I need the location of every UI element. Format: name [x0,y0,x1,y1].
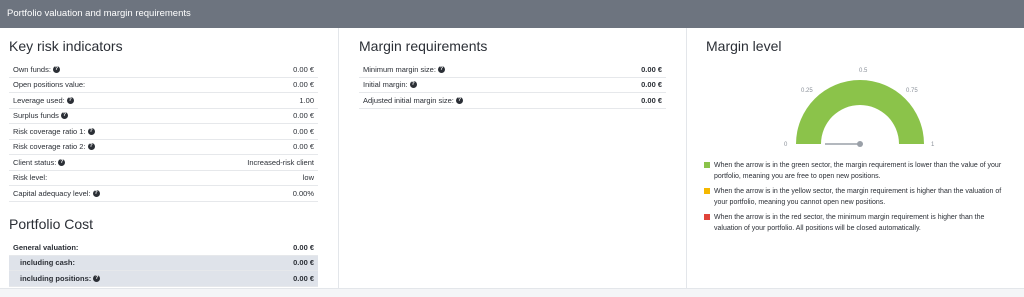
help-icon[interactable]: ? [52,65,60,73]
key-risk-row: Open positions value: 0.00 € [9,78,318,93]
row-value: 0.00 € [293,111,314,121]
margin-row: Adjusted initial margin size:? 0.00 € [359,93,666,109]
margin-requirements-table: Minimum margin size:? 0.00 € Initial marg… [359,62,666,109]
row-value: low [302,173,314,183]
key-risk-table: Own funds:? 0.00 € Open positions value: 0… [9,62,318,202]
help-icon[interactable]: ? [87,127,95,135]
row-label: Leverage used: [13,95,65,105]
row-value: 0.00 € [293,64,314,74]
row-value: 0.00 € [641,80,662,90]
help-icon[interactable]: ? [437,65,445,73]
row-value: 0.00 € [293,242,314,252]
gauge-tick-label: 0 [784,142,788,148]
row-value: 0.00 € [293,273,314,283]
row-label: Adjusted initial margin size: [363,95,454,105]
yellow-square-icon [704,188,710,194]
red-square-icon [704,214,710,220]
key-risk-row: Client status:? Increased-risk client [9,155,318,171]
margin-requirements-title: Margin requirements [359,38,488,54]
row-label: Risk coverage ratio 2: [13,142,86,152]
legend-text: When the arrow is in the red sector, the… [714,214,985,232]
gauge-tick-label: 1 [931,142,935,148]
key-risk-title: Key risk indicators [9,38,123,54]
margin-level-gauge: 0.5 0.25 0.75 0 1 [784,68,935,148]
help-icon[interactable]: ? [87,143,95,151]
row-value: 1.00 [299,95,314,105]
row-label: Initial margin: [363,80,408,90]
margin-row: Minimum margin size:? 0.00 € [359,62,666,78]
margin-level-title: Margin level [706,38,782,54]
row-label: Risk level: [13,173,48,183]
help-icon[interactable]: ? [92,189,100,197]
gauge-tick-label: 0.25 [801,88,813,94]
panel-header-title: Portfolio valuation and margin requireme… [0,0,1024,28]
row-label: General valuation: [13,242,79,252]
row-value: Increased-risk client [247,157,314,167]
gauge-tick-label: 0.5 [859,68,868,74]
portfolio-valuation-panel: Portfolio valuation and margin requireme… [0,0,1024,297]
row-label: including positions: [20,273,92,283]
key-risk-row: Own funds:? 0.00 € [9,62,318,78]
row-value: 0.00 € [293,258,314,268]
row-label: including cash: [20,258,76,268]
portfolio-cost-row: General valuation: 0.00 € [9,240,318,256]
row-value: 0.00 € [641,95,662,105]
green-square-icon [704,162,710,168]
portfolio-cost-row: including cash: 0.00 € [9,255,318,271]
margin-requirements-column: Margin requirements Minimum margin size:… [338,28,685,288]
help-icon[interactable]: ? [66,96,74,104]
row-value: 0.00 € [293,126,314,136]
key-risk-row: Risk level: low [9,171,318,186]
row-value: 0.00 € [293,142,314,152]
row-label: Surplus funds [13,111,59,121]
row-value: 0.00 € [293,80,314,90]
margin-level-legend: When the arrow is in the green sector, t… [704,160,1014,238]
key-risk-row: Risk coverage ratio 1:? 0.00 € [9,124,318,140]
legend-text: When the arrow is in the yellow sector, … [714,188,1002,206]
legend-item-green: When the arrow is in the green sector, t… [704,160,1014,182]
legend-text: When the arrow is in the green sector, t… [714,162,1002,180]
legend-item-yellow: When the arrow is in the yellow sector, … [704,186,1014,208]
help-icon[interactable]: ? [409,81,417,89]
key-risk-row: Surplus funds? 0.00 € [9,109,318,124]
help-icon[interactable]: ? [455,96,463,104]
portfolio-cost-table: General valuation: 0.00 € including cash:… [9,240,318,287]
row-label: Capital adequacy level: [13,188,91,198]
row-value: 0.00 € [641,64,662,74]
row-label: Own funds: [13,64,51,74]
panel-footer-divider [0,288,1024,297]
margin-row: Initial margin:? 0.00 € [359,78,666,93]
gauge-needle-hub [857,141,863,147]
help-icon[interactable]: ? [93,274,101,282]
key-risk-column: Key risk indicators Own funds:? 0.00 € Op… [0,28,337,288]
row-label: Open positions value: [13,80,86,90]
row-value: 0.00% [292,188,314,198]
gauge-green-arc [796,80,924,144]
row-label: Minimum margin size: [363,64,436,74]
row-label: Risk coverage ratio 1: [13,126,86,136]
portfolio-cost-title: Portfolio Cost [9,216,94,232]
row-label: Client status: [13,157,57,167]
key-risk-row: Leverage used:? 1.00 [9,93,318,109]
key-risk-row: Capital adequacy level:? 0.00% [9,186,318,202]
help-icon[interactable]: ? [60,112,68,120]
key-risk-row: Risk coverage ratio 2:? 0.00 € [9,140,318,155]
gauge-tick-label: 0.75 [906,88,918,94]
help-icon[interactable]: ? [58,158,66,166]
portfolio-cost-row: including positions:? 0.00 € [9,271,318,287]
legend-item-red: When the arrow is in the red sector, the… [704,212,1014,234]
